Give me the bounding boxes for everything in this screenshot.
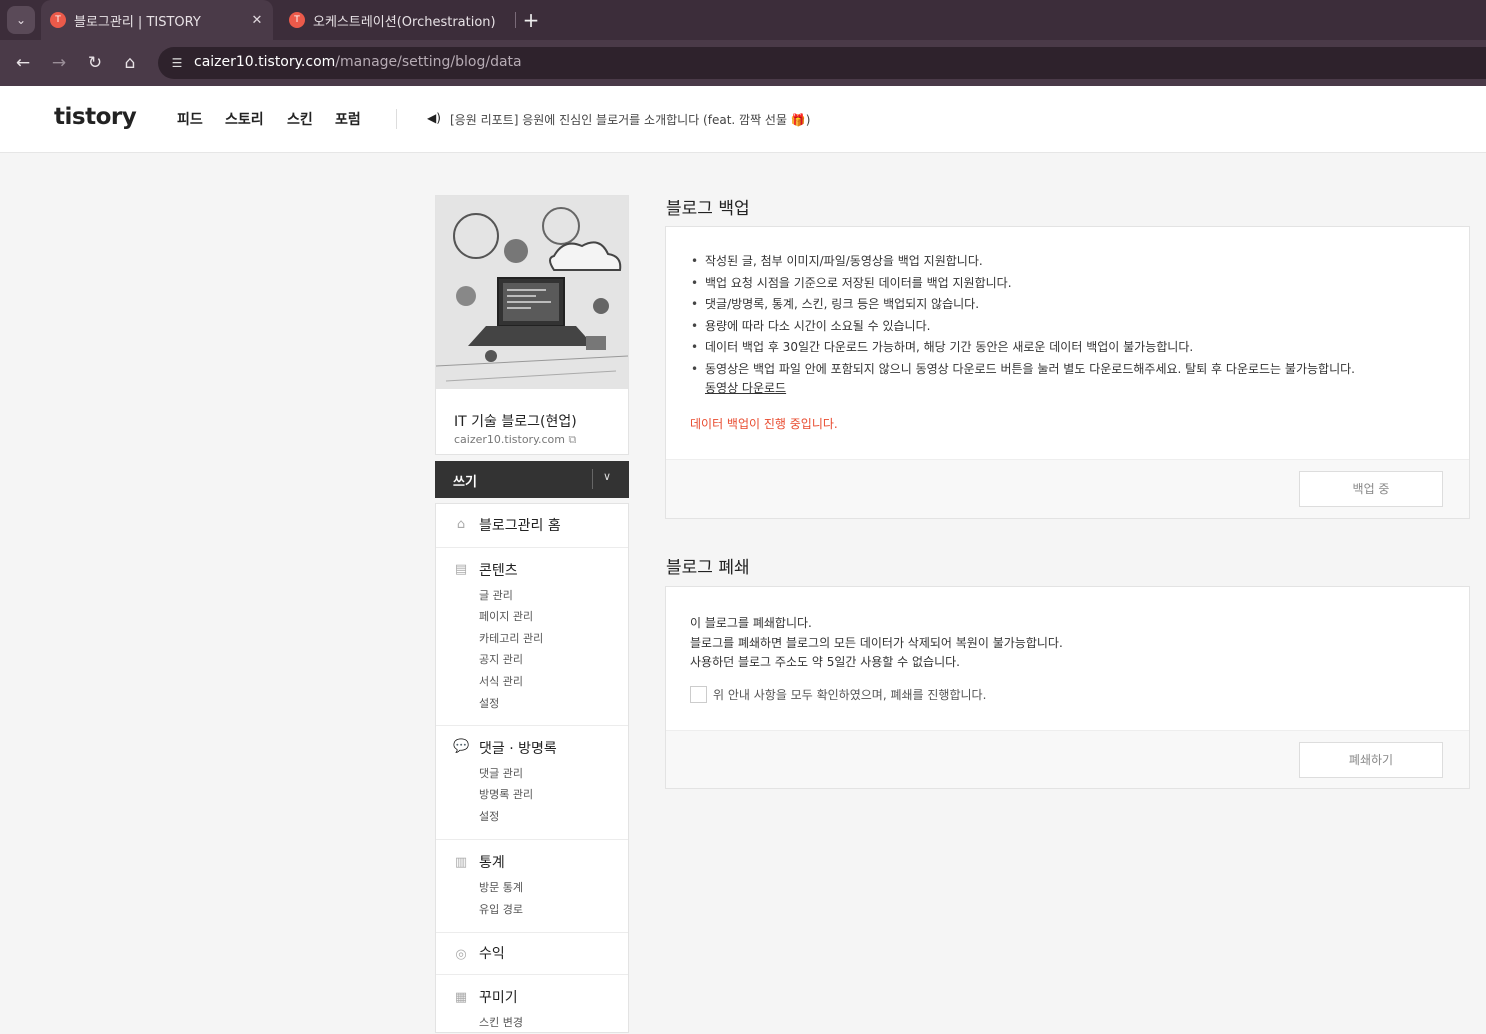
menu-section-contents: ▤ 콘텐츠 글 관리 페이지 관리 카테고리 관리 공지 관리 서식 관리 설정 [436,548,628,726]
nav-forum[interactable]: 포럼 [335,109,361,129]
menu-item-guestbook[interactable]: 방명록 관리 [479,786,533,802]
reload-icon[interactable]: ↻ [83,51,107,75]
manage-menu: ⌂ 블로그관리 홈 ▤ 콘텐츠 글 관리 페이지 관리 카테고리 관리 공지 관… [435,503,629,1033]
browser-tab-bar: ⌄ T 블로그관리 | TISTORY ✕ T 오케스트레이션(Orchestr… [0,0,1486,40]
menu-head-design[interactable]: 꾸미기 [479,987,518,1007]
nav-divider [396,109,397,129]
closure-panel: 이 블로그를 폐쇄합니다. 블로그를 폐쇄하면 블로그의 모든 데이터가 삭제되… [665,586,1470,789]
tab-search-chevron-icon[interactable]: ⌄ [7,6,35,34]
home-icon[interactable]: ⌂ [118,51,142,75]
tistory-favicon-icon: T [50,12,66,28]
list-item: 댓글/방명록, 통계, 스킨, 링크 등은 백업되지 않습니다. [691,294,1451,316]
coin-icon: ◎ [455,947,467,962]
speaker-icon: ◀) [427,111,441,125]
menu-item-templates[interactable]: 서식 관리 [479,673,523,689]
tab-close-icon[interactable]: ✕ [247,13,267,28]
menu-home-label: 블로그관리 홈 [479,518,561,534]
backup-status: 데이터 백업이 진행 중입니다. [690,417,838,431]
menu-head-stats[interactable]: 통계 [479,852,505,872]
notice-banner[interactable]: [응원 리포트] 응원에 진심인 블로거를 소개합니다 (feat. 깜짝 선물… [450,111,810,128]
menu-section-revenue: ◎ 수익 [436,933,628,975]
backup-panel: 작성된 글, 첨부 이미지/파일/동영상을 백업 지원합니다. 백업 요청 시점… [665,226,1470,519]
menu-section-comments: 💬 댓글 · 방명록 댓글 관리 방명록 관리 설정 [436,726,628,840]
list-item: 백업 요청 시점을 기준으로 저장된 데이터를 백업 지원합니다. [691,273,1451,295]
list-item: 용량에 따라 다소 시간이 소요될 수 있습니다. [691,316,1451,338]
address-bar[interactable]: ☰ caizer10.tistory.com/manage/setting/bl… [158,47,1486,79]
write-label: 쓰기 [453,475,477,490]
agree-label[interactable]: 위 안내 사항을 모두 확인하였으며, 폐쇄를 진행합니다. [713,686,986,703]
back-arrow-icon[interactable]: ← [11,51,35,75]
tab-title: 블로그관리 | TISTORY [74,14,201,30]
close-blog-button[interactable]: 폐쇄하기 [1299,742,1443,778]
menu-section-design: ▦ 꾸미기 스킨 변경 [436,975,628,1034]
menu-item-change-skin[interactable]: 스킨 변경 [479,1014,523,1030]
menu-head-revenue[interactable]: 수익 [479,943,505,963]
list-item: 동영상은 백업 파일 안에 포함되지 않으니 동영상 다운로드 버튼을 눌러 별… [691,359,1451,381]
browser-tab-inactive[interactable]: T 오케스트레이션(Orchestration) [280,0,510,40]
menu-item-visits[interactable]: 방문 통계 [479,879,523,895]
browser-tab-active[interactable]: T 블로그관리 | TISTORY ✕ [41,0,273,40]
list-item: 데이터 백업 후 30일간 다운로드 가능하며, 해당 기간 동안은 새로운 데… [691,337,1451,359]
menu-home[interactable]: ⌂ 블로그관리 홈 [436,504,628,548]
agree-row: 위 안내 사항을 모두 확인하였으며, 폐쇄를 진행합니다. [690,685,986,703]
blog-title[interactable]: IT 기술 블로그(현업) [454,411,577,431]
menu-item-referrers[interactable]: 유입 경로 [479,901,523,917]
new-tab-plus-icon[interactable]: + [522,8,540,32]
closure-description: 이 블로그를 폐쇄합니다. 블로그를 폐쇄하면 블로그의 모든 데이터가 삭제되… [690,614,1063,673]
tistory-favicon-icon: T [289,12,305,28]
menu-item-comments[interactable]: 댓글 관리 [479,765,523,781]
menu-item-pages[interactable]: 페이지 관리 [479,608,533,624]
layout-icon: ▦ [454,990,468,1005]
menu-item-categories[interactable]: 카테고리 관리 [479,630,543,646]
blog-cover-image[interactable] [436,196,628,389]
cover-illustration [436,196,628,389]
nav-feed[interactable]: 피드 [177,109,203,129]
write-button[interactable]: 쓰기 ∨ [435,461,629,498]
menu-item-posts[interactable]: 글 관리 [479,587,513,603]
document-icon: ▤ [454,562,468,577]
url-text[interactable]: caizer10.tistory.com/manage/setting/blog… [194,54,522,70]
site-header: tistory 피드 스토리 스킨 포럼 ◀) [응원 리포트] 응원에 진심인… [0,86,1486,153]
menu-head-comments[interactable]: 댓글 · 방명록 [479,738,557,758]
backup-in-progress-button[interactable]: 백업 중 [1299,471,1443,507]
closure-footer: 폐쇄하기 [666,730,1469,788]
tab-separator [515,12,516,28]
closure-line: 이 블로그를 폐쇄합니다. [690,616,812,630]
backup-notice-list: 작성된 글, 첨부 이미지/파일/동영상을 백업 지원합니다. 백업 요청 시점… [691,251,1451,380]
forward-arrow-icon[interactable]: → [47,51,71,75]
blog-url-text: caizer10.tistory.com [454,433,565,446]
nav-story[interactable]: 스토리 [225,109,264,129]
nav-skin[interactable]: 스킨 [287,109,313,129]
site-info-tune-icon[interactable]: ☰ [166,53,188,73]
blog-profile-card: IT 기술 블로그(현업) caizer10.tistory.com ⧉ [435,195,629,455]
menu-item-comment-settings[interactable]: 설정 [479,808,499,824]
closure-title: 블로그 폐쇄 [666,558,750,578]
chart-icon: ▥ [454,855,468,870]
closure-line: 사용하던 블로그 주소도 약 5일간 사용할 수 없습니다. [690,655,960,669]
menu-head-contents[interactable]: 콘텐츠 [479,560,518,580]
menu-item-notices[interactable]: 공지 관리 [479,651,523,667]
menu-item-content-settings[interactable]: 설정 [479,695,499,711]
external-link-icon: ⧉ [568,433,577,446]
menu-section-stats: ▥ 통계 방문 통계 유입 경로 [436,840,628,933]
tistory-logo[interactable]: tistory [54,104,137,130]
manage-sidebar: IT 기술 블로그(현업) caizer10.tistory.com ⧉ 쓰기 … [435,195,629,1033]
backup-title: 블로그 백업 [666,199,750,219]
write-divider [592,469,593,489]
blog-url-link[interactable]: caizer10.tistory.com ⧉ [454,433,576,447]
home-icon: ⌂ [456,517,466,532]
backup-footer: 백업 중 [666,459,1469,518]
browser-toolbar: ← → ↻ ⌂ ☰ caizer10.tistory.com/manage/se… [0,40,1486,86]
chevron-down-icon[interactable]: ∨ [603,470,611,483]
agree-checkbox[interactable] [690,685,707,703]
comment-icon: 💬 [453,739,470,754]
tab-title: 오케스트레이션(Orchestration) [313,14,496,30]
closure-line: 블로그를 폐쇄하면 블로그의 모든 데이터가 삭제되어 복원이 불가능합니다. [690,635,1063,650]
list-item: 작성된 글, 첨부 이미지/파일/동영상을 백업 지원합니다. [691,251,1451,273]
video-download-link[interactable]: 동영상 다운로드 [705,379,786,396]
